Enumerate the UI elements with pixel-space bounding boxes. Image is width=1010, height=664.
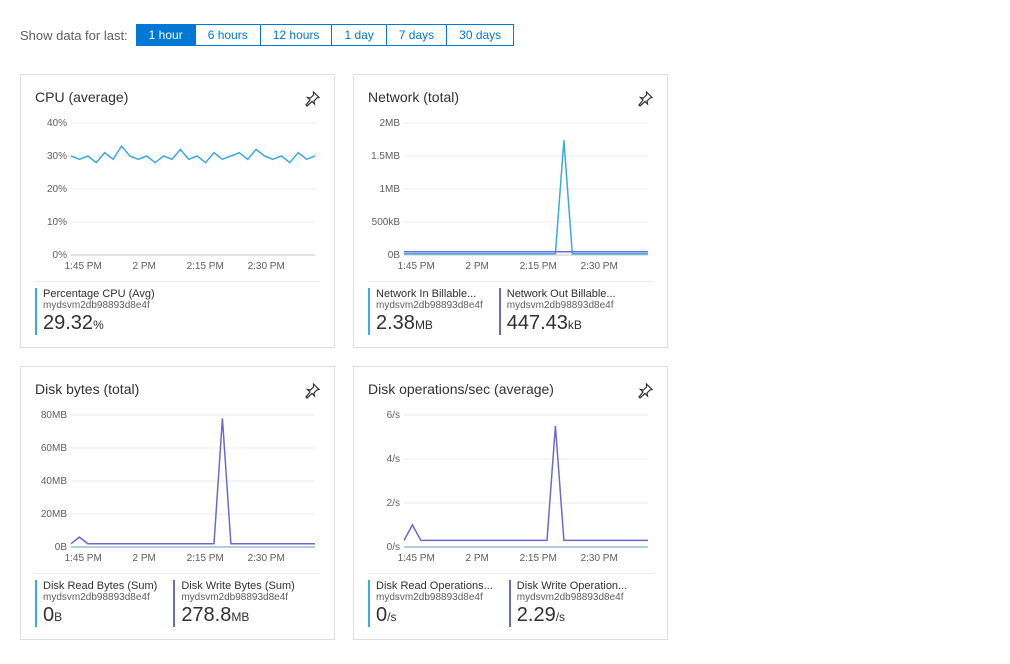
legend-item: Disk Write Operation... mydsvm2db98893d8… (509, 580, 627, 627)
chart[interactable]: 0% 10% 20% 30% 40% 1:45 PM 2 PM 2:15 PM 2:30 PM (35, 117, 320, 273)
svg-text:0%: 0% (53, 250, 68, 261)
card-title: Network (total) (368, 89, 459, 105)
svg-text:1:45 PM: 1:45 PM (65, 553, 102, 564)
legend-item: Disk Read Operations... mydsvm2db98893d8… (368, 580, 493, 627)
svg-text:40MB: 40MB (41, 476, 67, 487)
time-tab-7-days[interactable]: 7 days (387, 25, 447, 45)
legend-value: 2.38MB (376, 311, 483, 335)
svg-text:0/s: 0/s (387, 542, 400, 553)
time-tab-12-hours[interactable]: 12 hours (261, 25, 333, 45)
legend-label: Disk Write Bytes (Sum) (181, 580, 294, 592)
card-title: Disk bytes (total) (35, 381, 139, 397)
svg-text:4/s: 4/s (387, 454, 400, 465)
svg-text:1MB: 1MB (379, 184, 400, 195)
svg-text:2 PM: 2 PM (466, 553, 489, 564)
svg-text:2:30 PM: 2:30 PM (248, 261, 285, 272)
svg-text:2:15 PM: 2:15 PM (187, 553, 224, 564)
svg-text:1:45 PM: 1:45 PM (398, 553, 435, 564)
pin-icon[interactable] (304, 91, 320, 107)
pin-button[interactable] (304, 383, 320, 399)
legend-label: Network In Billable... (376, 288, 483, 300)
svg-text:20MB: 20MB (41, 509, 67, 520)
legend: Disk Read Bytes (Sum) mydsvm2db98893d8e4… (35, 573, 320, 627)
legend-label: Disk Read Operations... (376, 580, 493, 592)
legend-value: 447.43kB (507, 311, 616, 335)
legend: Disk Read Operations... mydsvm2db98893d8… (368, 573, 653, 627)
svg-text:1:45 PM: 1:45 PM (398, 261, 435, 272)
card-title: Disk operations/sec (average) (368, 381, 554, 397)
legend-sublabel: mydsvm2db98893d8e4f (43, 300, 155, 311)
pin-button[interactable] (304, 91, 320, 107)
pin-icon[interactable] (637, 383, 653, 399)
svg-text:2:30 PM: 2:30 PM (581, 261, 618, 272)
svg-text:1.5MB: 1.5MB (371, 151, 400, 162)
svg-text:2:15 PM: 2:15 PM (520, 553, 557, 564)
svg-text:500kB: 500kB (372, 217, 401, 228)
svg-text:40%: 40% (47, 118, 67, 129)
legend-value: 278.8MB (181, 603, 294, 627)
time-range-toolbar: Show data for last: 1 hour6 hours12 hour… (20, 24, 990, 46)
time-tab-1-day[interactable]: 1 day (332, 25, 386, 45)
svg-text:2:15 PM: 2:15 PM (187, 261, 224, 272)
legend-label: Disk Read Bytes (Sum) (43, 580, 157, 592)
svg-text:80MB: 80MB (41, 410, 67, 421)
legend-sublabel: mydsvm2db98893d8e4f (517, 592, 627, 603)
legend-sublabel: mydsvm2db98893d8e4f (507, 300, 616, 311)
chart[interactable]: 0B 20MB 40MB 60MB 80MB 1:45 PM 2 PM 2:15 PM 2:30… (35, 409, 320, 565)
legend-sublabel: mydsvm2db98893d8e4f (376, 300, 483, 311)
svg-text:0B: 0B (388, 250, 401, 261)
svg-text:30%: 30% (47, 151, 67, 162)
legend-item: Disk Read Bytes (Sum) mydsvm2db98893d8e4… (35, 580, 157, 627)
svg-text:2:15 PM: 2:15 PM (520, 261, 557, 272)
legend-value: 29.32% (43, 311, 155, 335)
legend-item: Network Out Billable... mydsvm2db98893d8… (499, 288, 616, 335)
legend-value: 0B (43, 603, 157, 627)
time-range-tabs: 1 hour6 hours12 hours1 day7 days30 days (136, 24, 515, 46)
pin-icon[interactable] (304, 383, 320, 399)
legend-label: Disk Write Operation... (517, 580, 627, 592)
card-title: CPU (average) (35, 89, 128, 105)
legend-sublabel: mydsvm2db98893d8e4f (181, 592, 294, 603)
time-tab-1-hour[interactable]: 1 hour (137, 25, 196, 45)
svg-text:20%: 20% (47, 184, 67, 195)
pin-button[interactable] (637, 91, 653, 107)
metric-card: CPU (average) 0% 10% 20% 30% 40% 1:45 PM 2 PM 2… (20, 74, 335, 348)
legend-sublabel: mydsvm2db98893d8e4f (376, 592, 493, 603)
metric-card: Network (total) 0B 500kB 1MB 1.5MB 2MB 1:45 P… (353, 74, 668, 348)
legend-value: 2.29/s (517, 603, 627, 627)
svg-text:2MB: 2MB (379, 118, 400, 129)
legend-item: Percentage CPU (Avg) mydsvm2db98893d8e4f… (35, 288, 155, 335)
legend-sublabel: mydsvm2db98893d8e4f (43, 592, 157, 603)
svg-text:1:45 PM: 1:45 PM (65, 261, 102, 272)
chart[interactable]: 0/s 2/s 4/s 6/s 1:45 PM 2 PM 2:15 PM 2:30 PM (368, 409, 653, 565)
svg-text:2:30 PM: 2:30 PM (248, 553, 285, 564)
legend-item: Network In Billable... mydsvm2db98893d8e… (368, 288, 483, 335)
svg-text:0B: 0B (55, 542, 68, 553)
svg-text:60MB: 60MB (41, 443, 67, 454)
legend-label: Network Out Billable... (507, 288, 616, 300)
svg-text:6/s: 6/s (387, 410, 400, 421)
metrics-cards: CPU (average) 0% 10% 20% 30% 40% 1:45 PM 2 PM 2… (20, 74, 990, 640)
toolbar-label: Show data for last: (20, 28, 128, 43)
svg-text:10%: 10% (47, 217, 67, 228)
metric-card: Disk operations/sec (average) 0/s 2/s 4/s 6… (353, 366, 668, 640)
metric-card: Disk bytes (total) 0B 20MB 40MB 60MB 80MB 1:4… (20, 366, 335, 640)
legend: Network In Billable... mydsvm2db98893d8e… (368, 281, 653, 335)
svg-text:2:30 PM: 2:30 PM (581, 553, 618, 564)
svg-text:2/s: 2/s (387, 498, 400, 509)
svg-text:2 PM: 2 PM (133, 261, 156, 272)
legend: Percentage CPU (Avg) mydsvm2db98893d8e4f… (35, 281, 320, 335)
pin-button[interactable] (637, 383, 653, 399)
svg-text:2 PM: 2 PM (466, 261, 489, 272)
legend-label: Percentage CPU (Avg) (43, 288, 155, 300)
time-tab-6-hours[interactable]: 6 hours (196, 25, 261, 45)
time-tab-30-days[interactable]: 30 days (447, 25, 513, 45)
legend-item: Disk Write Bytes (Sum) mydsvm2db98893d8e… (173, 580, 294, 627)
pin-icon[interactable] (637, 91, 653, 107)
chart[interactable]: 0B 500kB 1MB 1.5MB 2MB 1:45 PM 2 PM 2:15 PM 2:30… (368, 117, 653, 273)
svg-text:2 PM: 2 PM (133, 553, 156, 564)
legend-value: 0/s (376, 603, 493, 627)
